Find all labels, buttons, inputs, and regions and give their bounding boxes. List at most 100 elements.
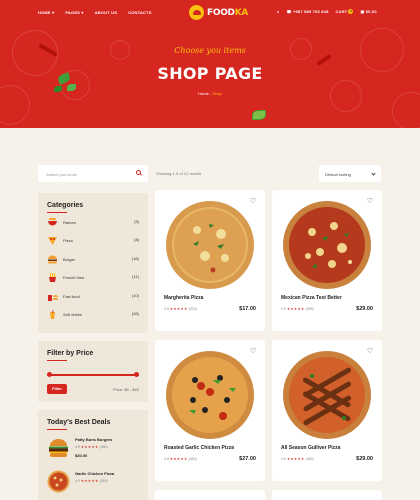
burger-image (47, 436, 70, 459)
search-icon[interactable]: ⌕ (277, 9, 279, 14)
category-item-pizza[interactable]: Pizza (8) (47, 235, 139, 245)
margherita-pizza-image (165, 200, 255, 290)
fast-food-icon (47, 292, 58, 301)
product-card[interactable]: ♡ Roasted Garlic Chicken Pizza 4.9 ★★★★★… (155, 340, 265, 481)
nav-item-home[interactable]: HOME ▾ (38, 10, 54, 15)
price-range-slider[interactable] (47, 372, 139, 377)
cart-count-badge: 0 (348, 9, 354, 14)
product-name[interactable]: Mexican Pizza Test Better (281, 295, 342, 301)
category-label: Pizza (63, 237, 73, 243)
category-item-soft-drinks[interactable]: Soft drinks (28) (47, 309, 139, 319)
breadcrumb-current: Shop (212, 91, 222, 96)
soft-drink-icon (47, 309, 58, 319)
logo-icon (189, 5, 204, 20)
results-count: Showing 1-9 of 12 results (156, 171, 202, 176)
product-rating: 4.9 ★★★★★ (928) (281, 307, 314, 311)
star-rating-icon: ★★★★★ (169, 307, 188, 311)
nav-item-contacts[interactable]: CONTACTS (128, 10, 152, 15)
search-input[interactable]: Search you items (38, 165, 148, 182)
deal-price: $30.00 (75, 453, 88, 458)
category-count: (28) (131, 311, 139, 316)
category-label: Ramen (63, 219, 76, 225)
doodle-decoration (330, 80, 362, 112)
product-card[interactable]: ♡ All Season Gulliver Pizza 4.9 ★★★★★ (4… (272, 340, 382, 481)
gulliver-pizza-image (282, 350, 372, 440)
ramen-icon (47, 217, 58, 227)
basil-leaf-icon (252, 110, 266, 120)
fries-icon (47, 272, 58, 282)
product-price: $27.00 (239, 456, 256, 462)
bag-icon: ▣ (360, 9, 365, 14)
product-rating: 4.9 ★★★★★ (482) (281, 457, 314, 461)
category-label: Burger (63, 256, 76, 262)
star-rating-icon: ★★★★★ (80, 445, 99, 449)
star-rating-icon: ★★★★★ (286, 307, 305, 311)
categories-title: Categories (47, 202, 84, 209)
hero-banner: HOME ▾ PAGES ▾ ABOUT US CONTACTS FOODKA … (0, 0, 420, 128)
category-item-ramen[interactable]: Ramen (5) (47, 217, 139, 227)
category-count: (11) (132, 274, 139, 279)
product-price: $29.00 (356, 306, 373, 312)
product-card[interactable]: ♡ Margherita Pizza 4.9 ★★★★★ (200) $17.0… (155, 190, 265, 331)
basil-leaf-icon (67, 84, 76, 91)
best-deals-title: Today's Best Deals (47, 419, 111, 426)
product-price: $29.00 (356, 456, 373, 462)
product-card[interactable] (272, 490, 382, 500)
category-count: (10) (131, 293, 139, 298)
search-icon[interactable] (136, 170, 141, 175)
title-underline (47, 360, 67, 361)
breadcrumb-home[interactable]: Home (198, 91, 209, 96)
product-name[interactable]: All Season Gulliver Pizza (281, 445, 340, 451)
deal-name: Garlic Chicken Pizza (75, 471, 115, 476)
product-name[interactable]: Roasted Garlic Chicken Pizza (164, 445, 234, 451)
logo-text: FOODKA (207, 7, 249, 18)
garlic-chicken-pizza-image (165, 350, 255, 440)
best-deals-panel: Today's Best Deals Patty Buns Burgers 4.… (38, 410, 148, 500)
deal-name: Patty Buns Burgers (75, 437, 113, 442)
product-card[interactable]: ♡ Mexican Pizza Test Better 4.9 ★★★★★ (9… (272, 190, 382, 331)
nav-menu: HOME ▾ PAGES ▾ ABOUT US CONTACTS (38, 10, 152, 15)
title-underline (47, 212, 67, 213)
category-item-burger[interactable]: Burger (18) (47, 254, 139, 264)
product-price: $17.00 (239, 306, 256, 312)
price-range-label: Price: $5 - $40 (112, 387, 139, 392)
categories-panel: Categories Ramen (5) Pizza (8) Burger (18) … (38, 193, 148, 333)
slider-max-handle[interactable] (134, 372, 139, 377)
page-title: SHOP PAGE (157, 64, 263, 83)
slider-min-handle[interactable] (47, 372, 52, 377)
category-count: (8) (134, 237, 139, 242)
star-rating-icon: ★★★★★ (169, 457, 188, 461)
site-logo[interactable]: FOODKA (189, 5, 248, 20)
nav-item-pages[interactable]: PAGES ▾ (65, 10, 83, 15)
filter-button[interactable]: Filter (47, 384, 67, 394)
phone-number[interactable]: ☎ +987 589 763 848 (286, 9, 328, 14)
deal-item[interactable]: Garlic Chicken Pizza 4.9 ★★★★★ (480) (47, 470, 142, 500)
category-count: (18) (131, 256, 139, 261)
shop-page: HOME ▾ PAGES ▾ ABOUT US CONTACTS FOODKA … (0, 0, 420, 500)
title-underline (47, 429, 67, 430)
category-item-french-fries[interactable]: French fries (11) (47, 272, 139, 282)
nav-right: ⌕ ☎ +987 589 763 848 CART 0 ▣ $0,00 (277, 9, 377, 14)
deal-item[interactable]: Patty Buns Burgers 4.9 ★★★★★ (480) $30.0… (47, 436, 142, 466)
product-rating: 4.9 ★★★★★ (200) (164, 307, 197, 311)
cart-link[interactable]: CART 0 (336, 9, 354, 14)
category-label: French fries (63, 274, 85, 280)
sort-select[interactable]: Default sorting (319, 165, 381, 182)
mexican-pizza-image (282, 200, 372, 290)
price-filter-panel: Filter by Price Filter Price: $5 - $40 (38, 341, 148, 402)
category-label: Fast food (63, 293, 80, 299)
deal-rating: 4.9 ★★★★★ (480) (75, 479, 108, 483)
pizza-image (47, 470, 70, 493)
category-item-fast-food[interactable]: Fast food (10) (47, 291, 139, 301)
category-label: Soft drinks (63, 311, 82, 317)
deal-rating: 4.9 ★★★★★ (480) (75, 445, 108, 449)
doodle-decoration (392, 92, 420, 128)
burger-icon (47, 255, 58, 264)
category-count: (5) (134, 219, 139, 224)
pizza-icon (47, 236, 58, 245)
star-rating-icon: ★★★★★ (80, 479, 99, 483)
phone-icon: ☎ (286, 9, 292, 14)
nav-item-about[interactable]: ABOUT US (95, 10, 118, 15)
product-card[interactable] (155, 490, 265, 500)
product-name[interactable]: Margherita Pizza (164, 295, 203, 301)
